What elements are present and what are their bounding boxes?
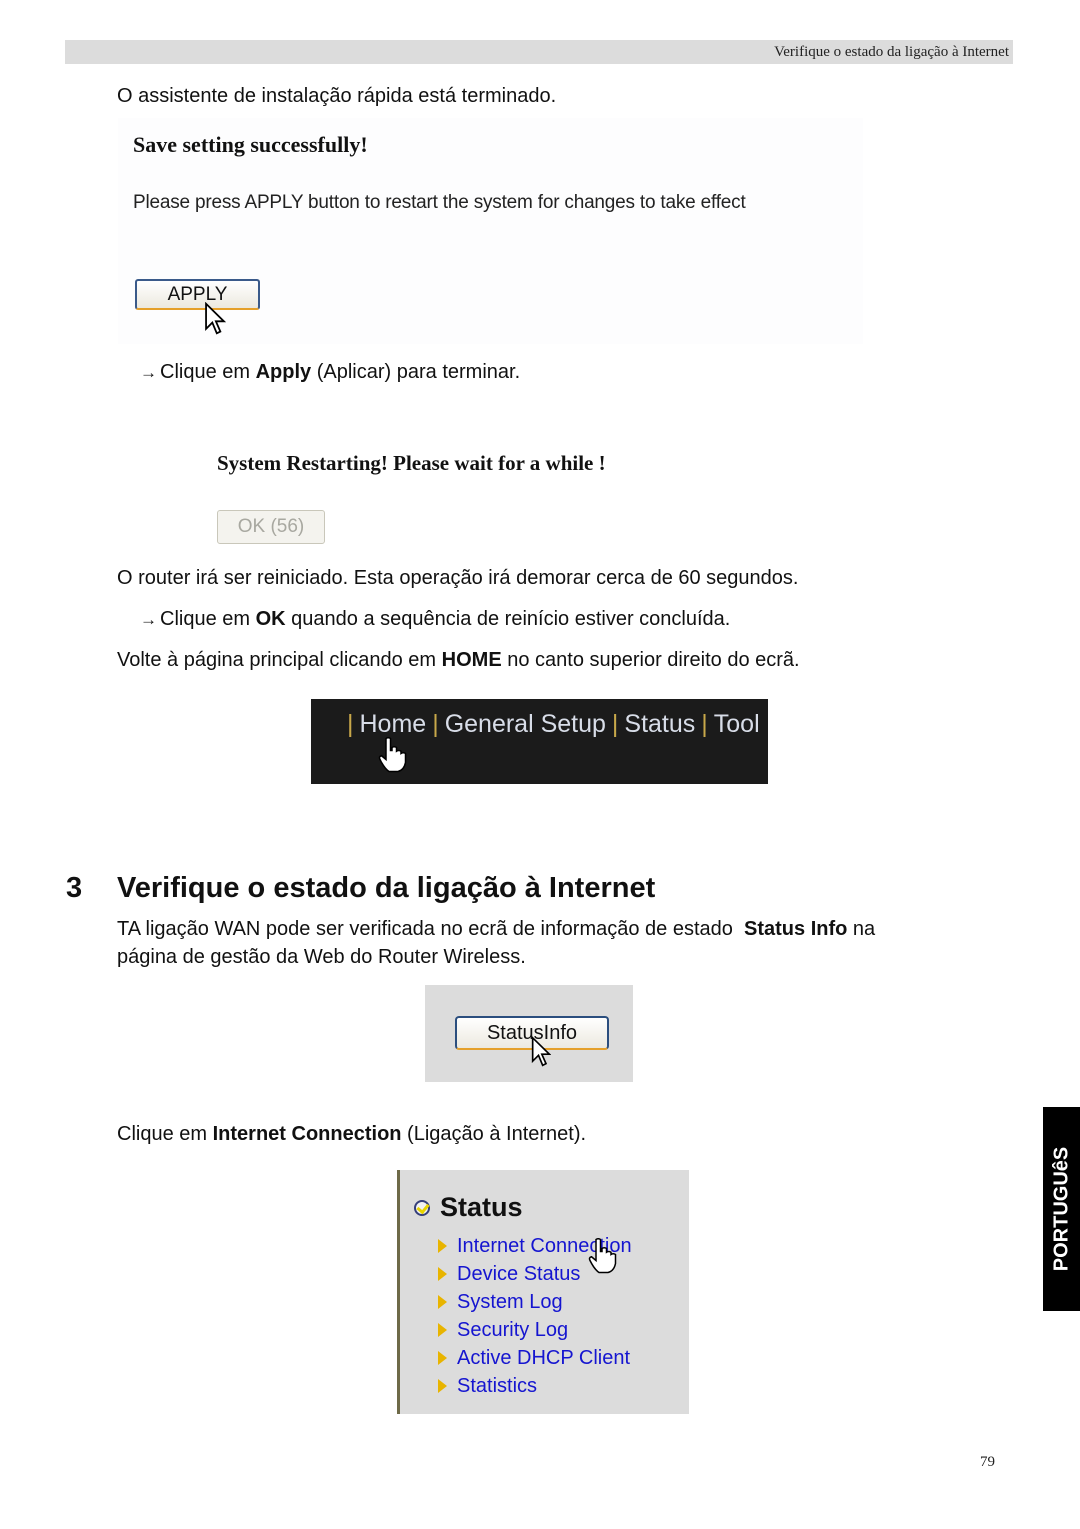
- section-number: 3: [66, 872, 83, 904]
- status-item-security-log[interactable]: Security Log: [438, 1316, 632, 1344]
- status-item-system-log[interactable]: System Log: [438, 1288, 632, 1316]
- status-menu-title: Status: [414, 1192, 523, 1223]
- section-body-line2: página de gestão da Web do Router Wirele…: [117, 946, 526, 968]
- nav-status[interactable]: Status: [624, 710, 695, 739]
- running-header: Verifique o estado da ligação à Internet: [65, 40, 1013, 64]
- status-item-statistics[interactable]: Statistics: [438, 1372, 632, 1400]
- step-ok: → Clique em OK quando a sequência de rein…: [140, 608, 731, 630]
- triangle-bullet-icon: [438, 1267, 447, 1281]
- triangle-bullet-icon: [438, 1351, 447, 1365]
- step-apply: → Clique em Apply (Aplicar) para terminar…: [140, 361, 521, 383]
- home-text: Volte à página principal clicando em HOM…: [117, 649, 800, 671]
- restart-text: O router irá ser reiniciado. Esta operaç…: [117, 567, 799, 589]
- hand-cursor-icon: [588, 1238, 617, 1274]
- ok-countdown-button[interactable]: OK (56): [217, 510, 325, 544]
- status-menu-screenshot: Status Internet Connection Device Status…: [397, 1170, 689, 1414]
- router-nav-screenshot: | Home | General Setup | Status | Tool: [311, 699, 768, 784]
- save-title: Save setting successfully!: [133, 132, 368, 157]
- nav-separator: |: [611, 710, 619, 738]
- save-setting-screenshot: Save setting successfully! Please press …: [118, 118, 863, 344]
- triangle-bullet-icon: [438, 1323, 447, 1337]
- arrow-cursor-icon: [531, 1035, 551, 1067]
- section-body-line1: TA ligação WAN pode ser verificada no ec…: [117, 918, 876, 940]
- internet-connection-text: Clique em Internet Connection (Ligação à…: [117, 1123, 587, 1145]
- triangle-bullet-icon: [438, 1379, 447, 1393]
- nav-tool[interactable]: Tool: [714, 710, 760, 739]
- nav-separator: |: [347, 710, 354, 738]
- nav-separator: |: [701, 710, 708, 738]
- section-heading: 3 Verifique o estado da ligação à Interne…: [66, 872, 655, 905]
- arrow-cursor-icon: [205, 302, 226, 335]
- running-title: Verifique o estado da ligação à Internet: [774, 44, 1009, 60]
- status-check-icon: [414, 1199, 430, 1216]
- arrow-icon: →: [140, 363, 157, 382]
- nav-separator: |: [432, 710, 439, 738]
- nav-home[interactable]: Home: [360, 710, 427, 739]
- section-title: Verifique o estado da ligação à Internet: [117, 872, 656, 904]
- triangle-bullet-icon: [438, 1295, 447, 1309]
- triangle-bullet-icon: [438, 1239, 447, 1253]
- nav-general-setup[interactable]: General Setup: [445, 710, 606, 739]
- page-number: 79: [980, 1454, 995, 1470]
- language-side-tab: PORTUGUêS: [1043, 1107, 1080, 1311]
- language-label: PORTUGUêS: [1050, 1146, 1072, 1272]
- save-message: Please press APPLY button to restart the…: [133, 192, 746, 213]
- arrow-icon: →: [140, 610, 157, 629]
- hand-cursor-icon: [378, 737, 407, 773]
- intro-text: O assistente de instalação rápida está t…: [117, 85, 557, 107]
- statusinfo-screenshot: StatusInfo: [425, 985, 633, 1082]
- restart-title: System Restarting! Please wait for a whi…: [217, 451, 606, 475]
- status-item-active-dhcp-client[interactable]: Active DHCP Client: [438, 1344, 632, 1372]
- apply-button[interactable]: APPLY: [135, 279, 260, 310]
